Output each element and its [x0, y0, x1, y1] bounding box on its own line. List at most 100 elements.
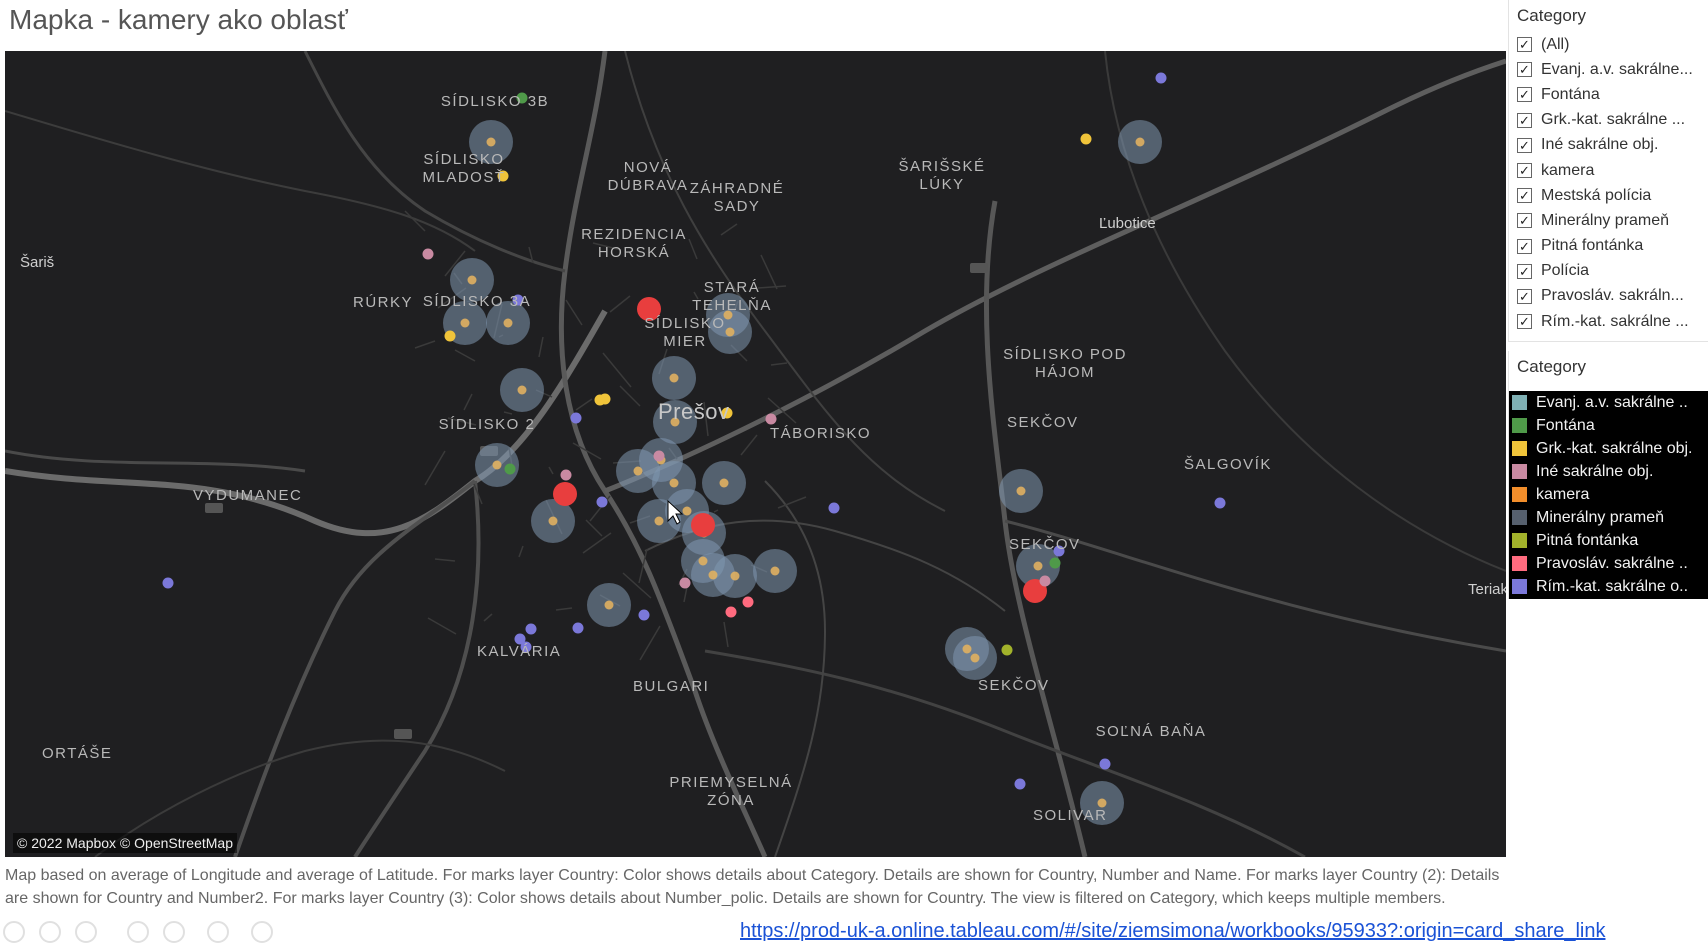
checkbox-icon[interactable]: ✓ [1517, 137, 1532, 153]
filter-item[interactable]: ✓ Mestská polícia [1509, 183, 1708, 208]
filter-item[interactable]: ✓ Minerálny prameň [1509, 208, 1708, 233]
place-label: ZÁHRADNÉ SADY [689, 180, 785, 215]
place-label: Teriakov [1468, 581, 1506, 598]
filter-item[interactable]: ✓ (All) [1509, 32, 1708, 57]
poi-ine[interactable] [560, 469, 572, 481]
poi-rim[interactable] [525, 623, 537, 635]
checkbox-icon[interactable]: ✓ [1517, 163, 1532, 179]
filter-item[interactable]: ✓ kamera [1509, 158, 1708, 183]
poi-fontana[interactable] [504, 463, 516, 475]
map-view[interactable]: SÍDLISKO 3B SÍDLISKO MLADOSŤ NOVÁ DÚBRAVA Z… [5, 51, 1506, 857]
filter-item[interactable]: ✓ Pitná fontánka [1509, 234, 1708, 259]
poi-rim[interactable] [162, 577, 174, 589]
filter-item[interactable]: ✓ Fontána [1509, 82, 1708, 107]
category-filter-panel[interactable]: Category ✓ (All) ✓ Evanj. a.v. sakrálne... ✓… [1508, 0, 1708, 342]
camera-point[interactable] [669, 478, 679, 488]
camera-point[interactable] [460, 318, 470, 328]
place-label: SÍDLISKO 3A [422, 293, 532, 310]
camera-point[interactable] [1033, 561, 1043, 571]
legend-item: Evanj. a.v. sakrálne .. [1509, 391, 1708, 414]
filter-item-label: kamera [1541, 161, 1595, 179]
poi-ine[interactable] [1039, 575, 1051, 587]
camera-point[interactable] [467, 275, 477, 285]
camera-point[interactable] [1016, 486, 1026, 496]
camera-point[interactable] [682, 506, 692, 516]
poi-grk[interactable] [444, 330, 456, 342]
camera-point[interactable] [1135, 137, 1145, 147]
filter-item[interactable]: ✓ Iné sakrálne obj. [1509, 133, 1708, 158]
camera-point[interactable] [962, 644, 972, 654]
place-label: TÁBORISKO [770, 425, 872, 442]
camera-point[interactable] [492, 460, 502, 470]
place-label: SÍDLISKO MLADOSŤ [422, 151, 506, 186]
checkbox-icon[interactable]: ✓ [1517, 288, 1532, 304]
checkbox-icon[interactable]: ✓ [1517, 37, 1532, 53]
camera-point[interactable] [517, 385, 527, 395]
checkbox-icon[interactable]: ✓ [1517, 263, 1532, 279]
checkbox-icon[interactable]: ✓ [1517, 188, 1532, 204]
camera-point[interactable] [633, 466, 643, 476]
police-mark[interactable] [553, 482, 577, 506]
poi-rim[interactable] [638, 609, 650, 621]
checkbox-icon[interactable]: ✓ [1517, 87, 1532, 103]
camera-point[interactable] [503, 318, 513, 328]
camera-point[interactable] [730, 571, 740, 581]
poi-ine[interactable] [679, 577, 691, 589]
checkbox-icon[interactable]: ✓ [1517, 213, 1532, 229]
poi-pitna[interactable] [1001, 644, 1013, 656]
filter-item[interactable]: ✓ Pravosláv. sakráln... [1509, 284, 1708, 309]
camera-point[interactable] [708, 570, 718, 580]
filter-item[interactable]: ✓ Rím.-kat. sakrálne ... [1509, 309, 1708, 334]
camera-point[interactable] [548, 516, 558, 526]
camera-point[interactable] [770, 566, 780, 576]
poi-pravoslav[interactable] [725, 606, 737, 618]
camera-point[interactable] [970, 653, 980, 663]
filter-item-label: Pravosláv. sakráln... [1541, 287, 1684, 305]
legend-item: Pitná fontánka [1509, 529, 1708, 552]
poi-grk[interactable] [599, 393, 611, 405]
place-label: ŠALGOVÍK [1184, 456, 1272, 473]
poi-grk[interactable] [1080, 133, 1092, 145]
place-label: SEKČOV [1009, 536, 1081, 553]
poi-ine[interactable] [765, 413, 777, 425]
filter-item[interactable]: ✓ Grk.-kat. sakrálne ... [1509, 108, 1708, 133]
share-link[interactable]: https://prod-uk-a.online.tableau.com/#/s… [740, 920, 1605, 943]
map-attribution[interactable]: © 2022 Mapbox © OpenStreetMap [13, 833, 237, 853]
poi-rim[interactable] [1099, 758, 1111, 770]
police-mark[interactable] [691, 513, 715, 537]
poi-rim[interactable] [1155, 72, 1167, 84]
camera-point[interactable] [654, 516, 664, 526]
camera-point[interactable] [604, 600, 614, 610]
camera-point[interactable] [486, 137, 496, 147]
place-label: PRIEMYSELNÁ ZÓNA [669, 774, 793, 809]
poi-ine[interactable] [653, 450, 665, 462]
legend-item-label: Pravosláv. sakrálne .. [1536, 554, 1688, 572]
legend-item-label: kamera [1536, 485, 1590, 503]
checkbox-icon[interactable]: ✓ [1517, 62, 1532, 78]
poi-fontana[interactable] [1049, 557, 1061, 569]
camera-point[interactable] [719, 478, 729, 488]
checkbox-icon[interactable]: ✓ [1517, 314, 1532, 330]
filter-item-label: Fontána [1541, 85, 1600, 103]
poi-rim[interactable] [572, 622, 584, 634]
poi-rim[interactable] [828, 502, 840, 514]
poi-ine[interactable] [422, 248, 434, 260]
poi-rim[interactable] [570, 412, 582, 424]
legend-swatch [1512, 464, 1527, 479]
poi-pravoslav[interactable] [742, 596, 754, 608]
camera-point[interactable] [698, 556, 708, 566]
checkbox-icon[interactable]: ✓ [1517, 238, 1532, 254]
poi-rim[interactable] [1014, 778, 1026, 790]
map-marks-layer[interactable] [5, 51, 1506, 857]
checkbox-icon[interactable]: ✓ [1517, 112, 1532, 128]
legend-swatch [1512, 510, 1527, 525]
filter-item[interactable]: ✓ Evanj. a.v. sakrálne... [1509, 57, 1708, 82]
poi-rim[interactable] [1214, 497, 1226, 509]
place-label: VYDUMANEC [193, 487, 303, 504]
camera-point[interactable] [669, 373, 679, 383]
place-label: Prešov [658, 399, 730, 424]
filter-list[interactable]: ✓ (All) ✓ Evanj. a.v. sakrálne... ✓ Fontána ✓ G… [1509, 32, 1708, 334]
poi-rim[interactable] [596, 496, 608, 508]
place-label: SEKČOV [978, 677, 1050, 694]
filter-item[interactable]: ✓ Polícia [1509, 259, 1708, 284]
